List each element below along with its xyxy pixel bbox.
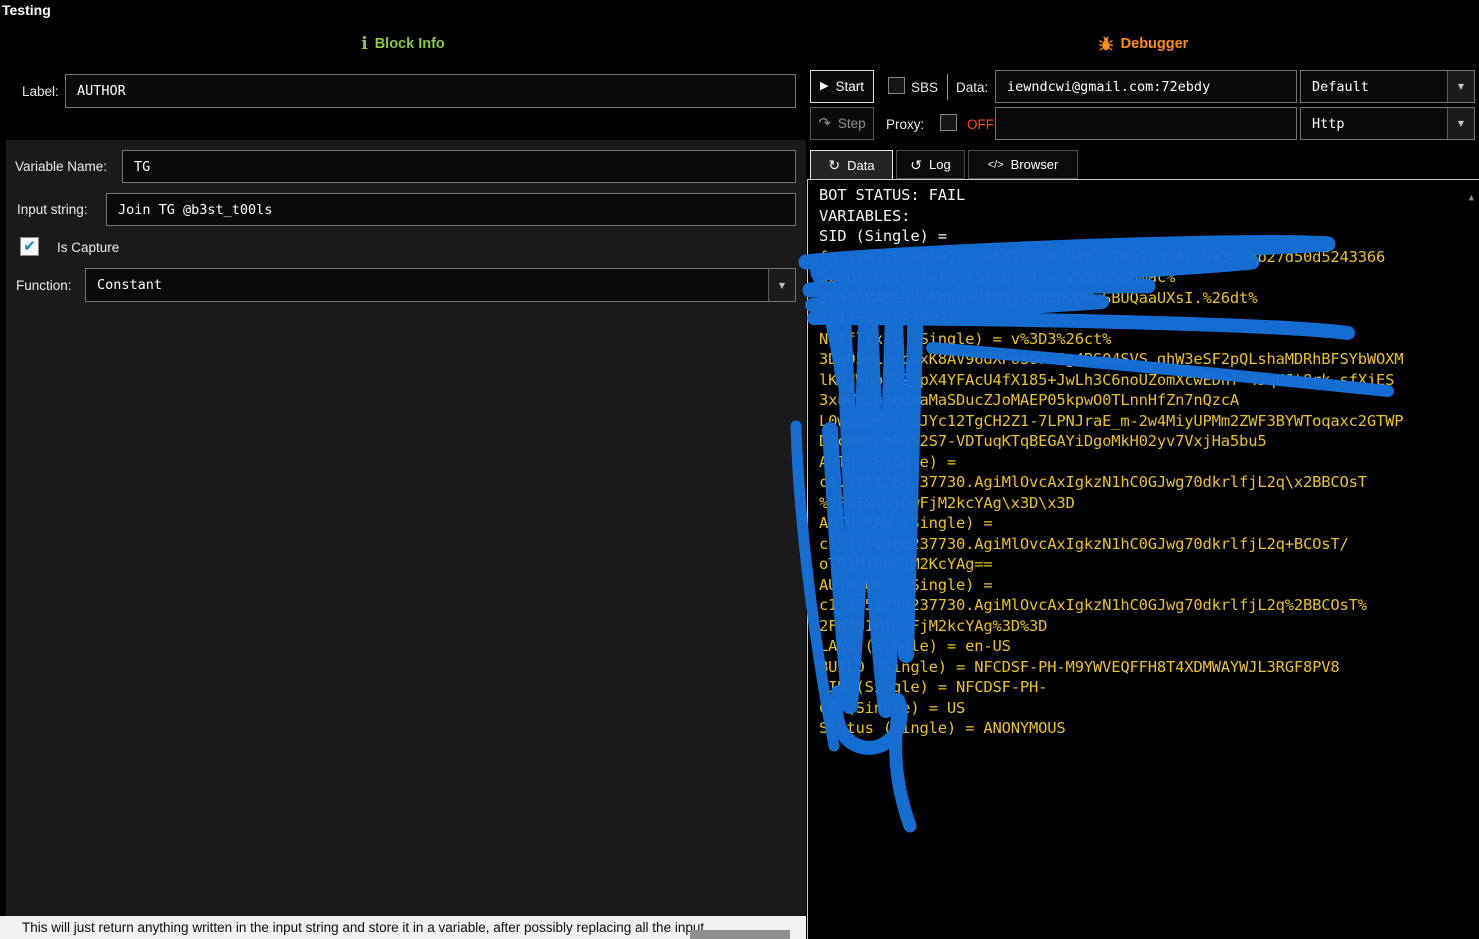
console-line: fp ssn (Single) = e5f1c28d-94b7-7911-4c4… — [819, 247, 1479, 268]
is-capture-label: Is Capture — [57, 240, 119, 255]
console-line: LANG (Single) = en-US — [819, 636, 1479, 657]
data-label: Data: — [956, 80, 988, 95]
debugger-title: Debugger — [1121, 36, 1189, 52]
bug-icon — [1098, 36, 1114, 52]
block-description-text: This will just return anything written i… — [22, 920, 704, 935]
console-line: BID (Single) = NFCDSF-PH- — [819, 677, 1479, 698]
console-line: lKNdWhb2RZnpX4YFAcU4fX185+JwLh3C6noUZomX… — [819, 370, 1479, 391]
start-button-label: Start — [835, 79, 864, 94]
chevron-down-icon: ▼ — [1447, 71, 1474, 102]
tab-browser[interactable]: </> Browser — [968, 150, 1078, 179]
console-line: L0wGq9WhLc8JYc12TgCH2Z1-7LPNJraE_m-2w4Mi… — [819, 411, 1479, 432]
block-info-title: Block Info — [375, 36, 445, 52]
console-line: BOT STATUS: FAIL — [819, 185, 1479, 206]
console-line: 3D1751280238025 — [819, 308, 1479, 329]
proxy-input[interactable] — [995, 107, 1297, 140]
sbs-checkbox[interactable] — [888, 77, 905, 94]
console-line: NetflixId (Single) = v%3D3%26ct% — [819, 329, 1479, 350]
wordlist-type-value: Default — [1312, 79, 1369, 95]
variable-name-label: Variable Name: — [15, 159, 107, 174]
console-line: AUTH_URL (Single) = — [819, 575, 1479, 596]
console-line: 3DgD5WLOvcAxK8AV96dXPoSo7T6g4BS04SVS_ghW… — [819, 349, 1479, 370]
info-icon: i — [361, 37, 367, 51]
label-input[interactable]: AUTHOR — [65, 74, 796, 108]
data-input[interactable]: iewndcwi@gmail.com:72ebdy — [995, 70, 1297, 103]
block-description: This will just return anything written i… — [0, 916, 806, 939]
tab-log[interactable]: ↺ Log — [896, 150, 965, 179]
refresh-circle-icon: ↻ — [828, 158, 840, 172]
console-line: SecureNetflixId (Single) = v%3D3%26mac% — [819, 267, 1479, 288]
proxy-type-dropdown[interactable]: Http ▼ — [1300, 107, 1475, 140]
debugger-header: Debugger — [807, 36, 1479, 52]
block-settings-section — [6, 140, 806, 916]
function-label: Function: — [16, 278, 72, 293]
check-icon: ✔ — [23, 239, 36, 254]
console-line: Status (Single) = ANONYMOUS — [819, 718, 1479, 739]
code-brackets-icon: </> — [988, 158, 1004, 172]
proxy-label: Proxy: — [886, 117, 924, 132]
input-string-input[interactable]: Join TG @b3st_t00ls — [106, 193, 796, 226]
tab-log-label: Log — [929, 157, 951, 172]
tab-browser-label: Browser — [1011, 157, 1059, 172]
step-button-label: Step — [838, 116, 866, 131]
controls-divider — [947, 74, 948, 100]
console-line: CC (Single) = US — [819, 698, 1479, 719]
is-capture-checkbox[interactable]: ✔ — [20, 237, 39, 256]
console-line: VARIABLES: — [819, 206, 1479, 227]
console-line: 2FoT91MjOwFjM2kcYAg%3D%3D — [819, 616, 1479, 637]
console-line: 3DAQABABSDUUFaabYUt0TjLao5OvpHvSBUQaaUXs… — [819, 288, 1479, 309]
debugger-console[interactable]: BOT STATUS: FAILVARIABLES:SID (Single) =… — [807, 179, 1479, 939]
function-dropdown[interactable]: Constant ▼ — [85, 268, 796, 302]
console-line: %2FoT91MjOwFjM2kcYAg\x3D\x3D — [819, 493, 1479, 514]
horizontal-scrollbar-thumb[interactable] — [690, 930, 790, 939]
proxy-status-badge: OFF — [967, 117, 994, 132]
tab-data-label: Data — [847, 158, 874, 173]
play-icon: ▶ — [820, 81, 828, 92]
function-selected-value: Constant — [97, 277, 162, 293]
sbs-label: SBS — [911, 80, 938, 95]
proxy-checkbox[interactable] — [940, 114, 957, 131]
console-lines: BOT STATUS: FAILVARIABLES:SID (Single) =… — [819, 185, 1479, 739]
console-line: c1.1751280237730.AgiMlOvcAxIgkzN1hC0GJwg… — [819, 534, 1479, 555]
proxy-type-value: Http — [1312, 116, 1345, 132]
input-string-label: Input string: — [17, 202, 88, 217]
console-line: c1.1751280237730.AgiMlOvcAxIgkzN1hC0GJwg… — [819, 472, 1479, 493]
label-field-label: Label: — [22, 84, 59, 99]
console-line: DAcMbDLnNo52S7-VDTuqKTqBEGAYiDgoMkH02yv7… — [819, 431, 1479, 452]
start-button[interactable]: ▶ Start — [810, 70, 874, 103]
console-line: c1.1751280237730.AgiMlOvcAxIgkzN1hC0GJwg… — [819, 595, 1479, 616]
history-clock-icon: ↺ — [910, 158, 922, 172]
scroll-up-icon[interactable]: ▲ — [1469, 193, 1474, 203]
console-line: AUTH_RAW (Single) = — [819, 513, 1479, 534]
chevron-down-icon: ▼ — [768, 269, 795, 301]
step-button[interactable]: ↷ Step — [810, 107, 874, 140]
block-info-panel: i Block Info Label: AUTHOR Variable Name… — [0, 0, 806, 939]
wordlist-type-dropdown[interactable]: Default ▼ — [1300, 70, 1475, 103]
console-line: oT91MjOWFjM2KcYAg== — [819, 554, 1479, 575]
console-line: 3xuWdLu/buAaMaSDucZJoMAEP05kpwO0TLnnHfZn… — [819, 390, 1479, 411]
console-line: SID (Single) = — [819, 226, 1479, 247]
debugger-panel: Debugger ▶ Start SBS Data: iewndcwi@gmai… — [807, 0, 1479, 939]
step-arrow-icon: ↷ — [818, 117, 831, 130]
variable-name-input[interactable]: TG — [122, 150, 796, 183]
console-line: AUTH (Single) = — [819, 452, 1479, 473]
console-line: BUILD (Single) = NFCDSF-PH-M9YWVEQFFH8T4… — [819, 657, 1479, 678]
chevron-down-icon: ▼ — [1447, 108, 1474, 139]
tab-data[interactable]: ↻ Data — [810, 150, 893, 179]
block-info-header: i Block Info — [0, 36, 806, 52]
